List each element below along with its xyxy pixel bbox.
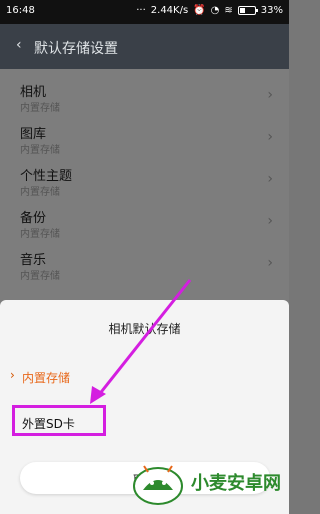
list-item[interactable]: 个性主题 内置存储 ›	[0, 153, 289, 198]
chevron-right-icon: ›	[267, 171, 273, 187]
network-speed: 2.44K/s	[150, 5, 189, 16]
dots-icon: ···	[136, 5, 146, 16]
status-time: 16:48	[6, 5, 35, 16]
wifi-icon: ≋	[224, 5, 233, 16]
option-internal-storage[interactable]: › 内置存储	[0, 362, 289, 392]
status-bar: 16:48 ··· 2.44K/s ⏰ ◔ ≋ 33%	[0, 0, 289, 24]
list-item[interactable]: 图库 内置存储 ›	[0, 111, 289, 156]
sheet-title: 相机默认存储	[108, 322, 181, 336]
clock-icon: ◔	[210, 5, 220, 16]
list-item[interactable]: 备份 内置存储 ›	[0, 195, 289, 240]
chevron-right-icon: ›	[267, 129, 273, 145]
status-icons: ··· 2.44K/s ⏰ ◔ ≋ 33%	[136, 5, 283, 16]
page-title: 默认存储设置	[34, 41, 118, 57]
list-item-name: 图库	[20, 127, 47, 142]
list-item-name: 音乐	[20, 253, 47, 268]
list-item-name: 个性主题	[20, 169, 73, 184]
battery-icon	[237, 6, 258, 15]
battery-percent: 33%	[260, 5, 283, 16]
chevron-right-icon: ›	[267, 213, 273, 229]
list-item[interactable]: 相机 内置存储 ›	[0, 69, 289, 114]
list-item-sub: 内置存储	[20, 271, 60, 282]
app-header: ‹ 默认存储设置	[0, 24, 289, 69]
back-icon[interactable]: ‹	[16, 37, 22, 53]
chevron-right-icon: ›	[267, 255, 273, 271]
selected-indicator-icon: ›	[10, 368, 15, 382]
watermark-text: 小麦安卓网	[191, 473, 281, 494]
alarm-icon: ⏰	[193, 5, 206, 16]
list-item-name: 备份	[20, 211, 47, 226]
list-item[interactable]: 音乐 内置存储 ›	[0, 237, 289, 282]
android-logo-icon	[133, 465, 183, 505]
highlight-box	[12, 405, 106, 436]
watermark: 小麦安卓网	[129, 456, 281, 508]
option-label: 内置存储	[22, 371, 71, 385]
storage-list: 相机 内置存储 › 图库 内置存储 › 个性主题 内置存储 › 备份 内置存储 …	[0, 69, 289, 282]
chevron-right-icon: ›	[267, 87, 273, 103]
list-item-name: 相机	[20, 85, 47, 100]
